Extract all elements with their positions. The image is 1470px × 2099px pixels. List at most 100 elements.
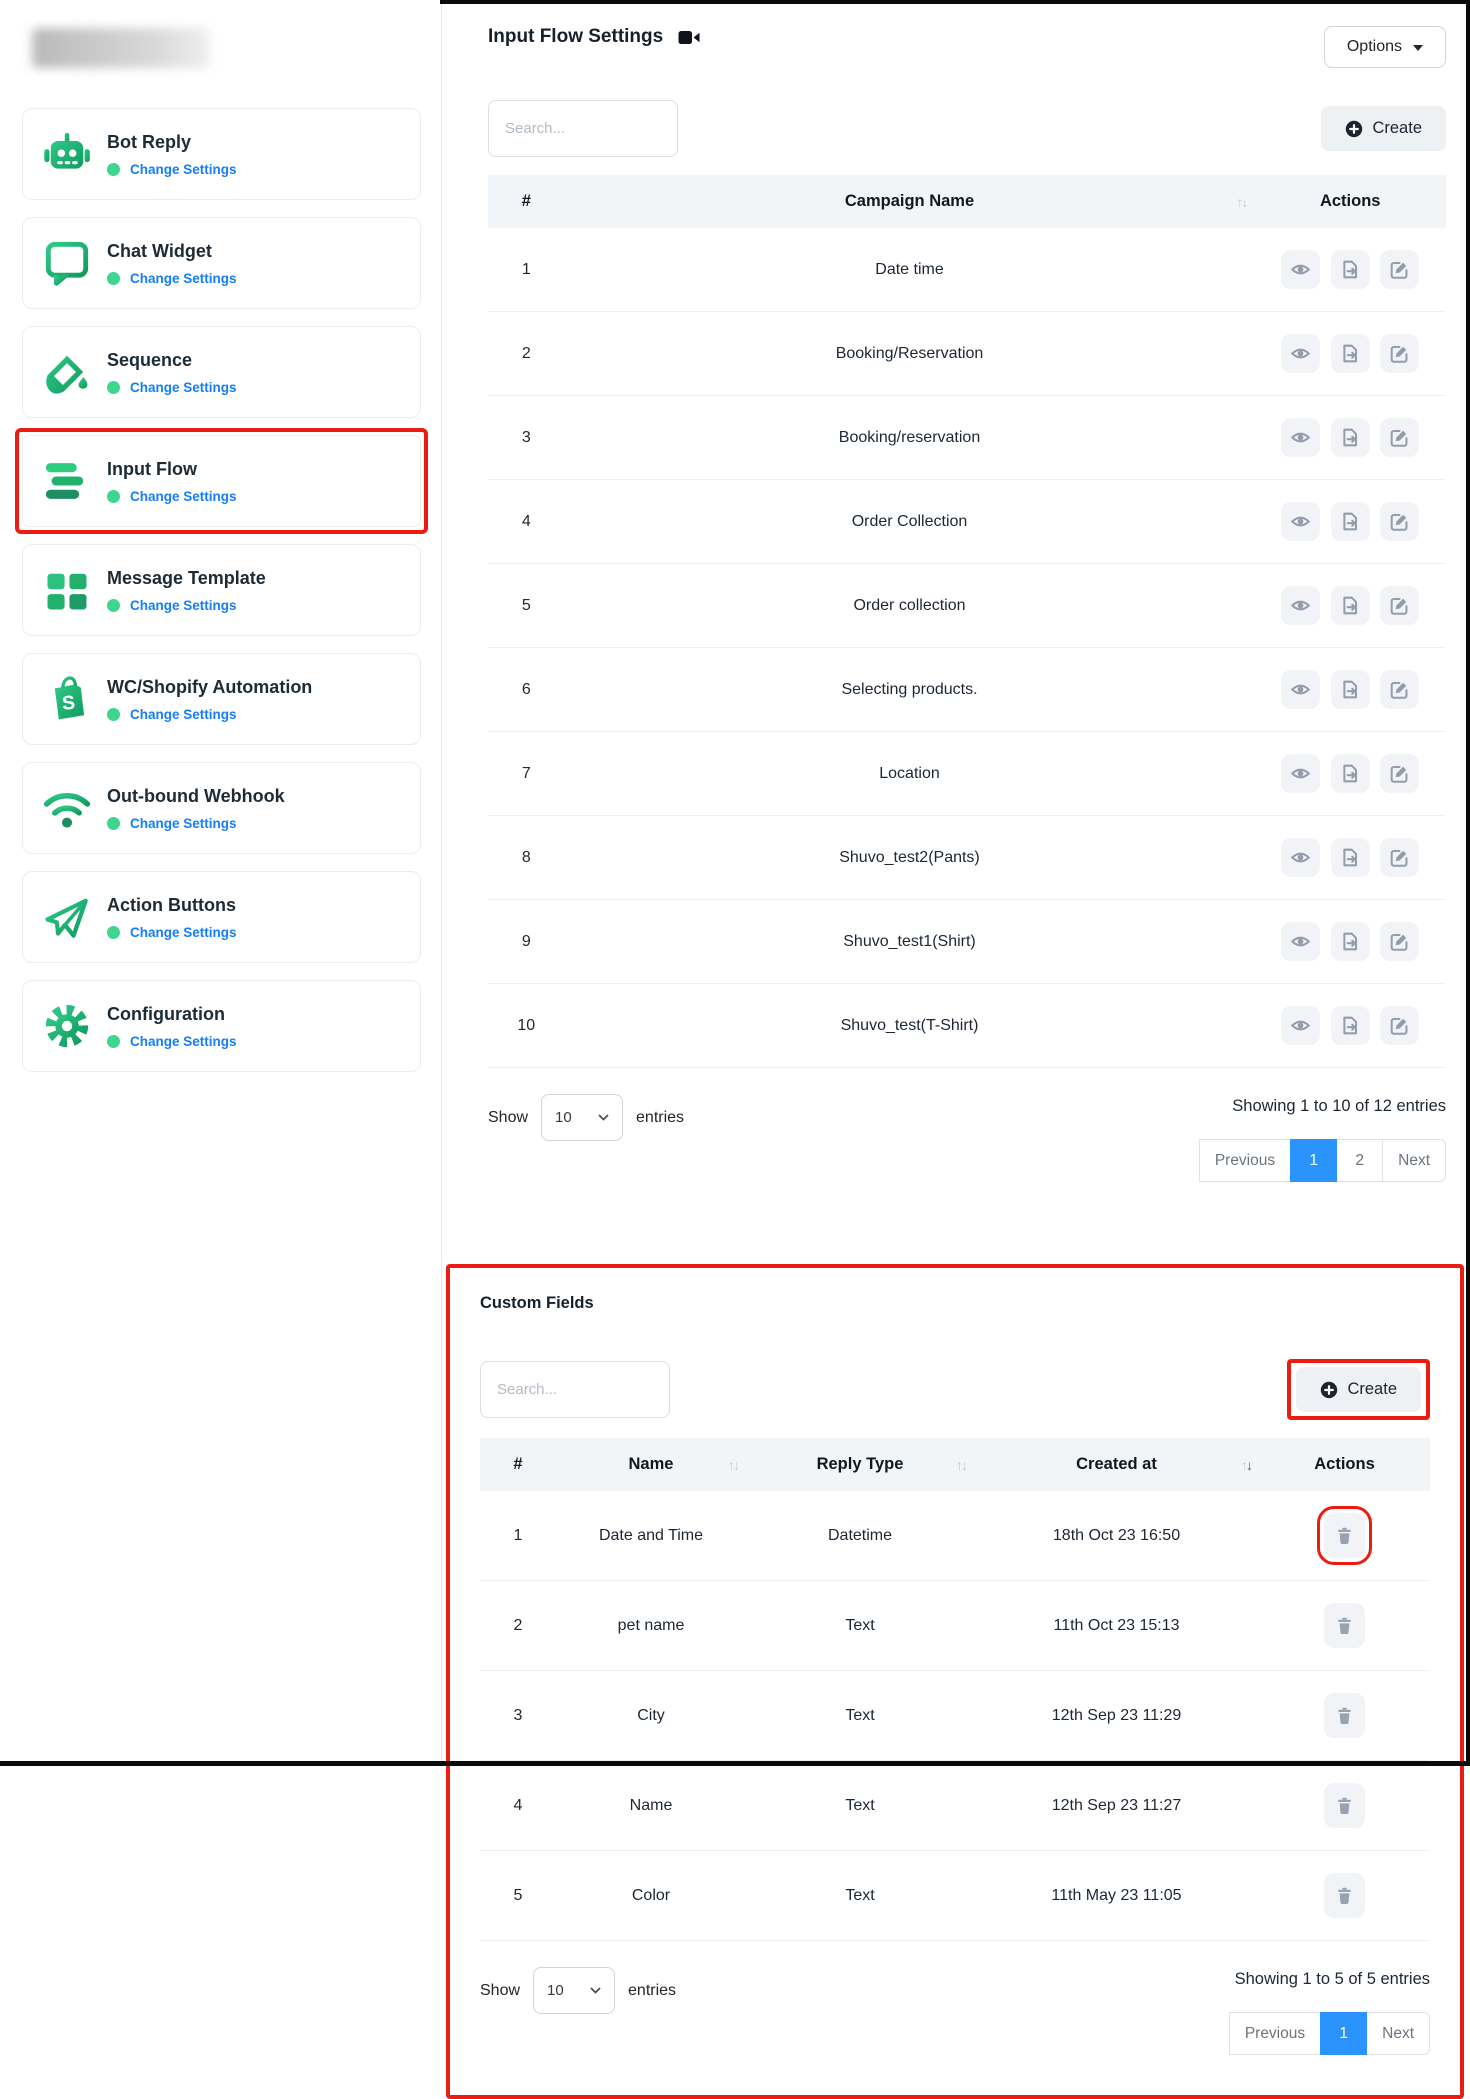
created-at-cell: 12th Sep 23 11:29: [974, 1671, 1259, 1761]
export-button[interactable]: [1331, 586, 1370, 625]
change-settings-link[interactable]: Change Settings: [107, 271, 237, 286]
status-dot: [107, 817, 120, 830]
sidebar-item-wc-shopify[interactable]: S WC/Shopify Automation Change Settings: [22, 653, 421, 745]
view-button[interactable]: [1281, 754, 1320, 793]
view-button[interactable]: [1281, 334, 1320, 373]
change-settings-link[interactable]: Change Settings: [107, 707, 312, 722]
change-settings-link[interactable]: Change Settings: [107, 598, 266, 613]
chevron-down-icon: [1413, 45, 1423, 51]
change-settings-link[interactable]: Change Settings: [107, 816, 285, 831]
trash-icon: [1335, 1706, 1354, 1725]
wifi-icon: [41, 782, 107, 834]
edit-button[interactable]: [1380, 838, 1419, 877]
delete-button[interactable]: [1324, 1783, 1365, 1828]
edit-button[interactable]: [1380, 754, 1419, 793]
campaign-name-cell: Shuvo_test2(Pants): [565, 816, 1255, 900]
export-button[interactable]: [1331, 670, 1370, 709]
sidebar-item-configuration[interactable]: Configuration Change Settings: [22, 980, 421, 1072]
search-input[interactable]: [488, 100, 678, 157]
view-button[interactable]: [1281, 838, 1320, 877]
export-button[interactable]: [1331, 334, 1370, 373]
row-actions: [1259, 1761, 1430, 1851]
column-header-campaign-name[interactable]: Campaign Name↑↓: [565, 175, 1255, 228]
edit-button[interactable]: [1380, 418, 1419, 457]
sidebar-item-chat-widget[interactable]: Chat Widget Change Settings: [22, 217, 421, 309]
delete-button[interactable]: [1324, 1873, 1365, 1918]
view-button[interactable]: [1281, 1006, 1320, 1045]
delete-button[interactable]: [1324, 1693, 1365, 1738]
sidebar-item-message-template[interactable]: Message Template Change Settings: [22, 544, 421, 636]
sort-icon[interactable]: ↑↓: [956, 1457, 966, 1473]
delete-button[interactable]: [1324, 1603, 1365, 1648]
status-dot: [107, 708, 120, 721]
view-button[interactable]: [1281, 502, 1320, 541]
view-button[interactable]: [1281, 586, 1320, 625]
gear-icon: [41, 1000, 107, 1052]
sort-icon[interactable]: ↑↓: [728, 1457, 738, 1473]
column-header-reply-type[interactable]: Reply Type↑↓: [746, 1438, 974, 1491]
row-actions: [1254, 396, 1446, 480]
row-number: 7: [488, 732, 565, 816]
sidebar-item-input-flow[interactable]: Input Flow Change Settings: [22, 435, 421, 527]
sidebar-item-outbound-webhook[interactable]: Out-bound Webhook Change Settings: [22, 762, 421, 854]
status-dot: [107, 381, 120, 394]
edit-button[interactable]: [1380, 250, 1419, 289]
video-camera-icon[interactable]: [678, 29, 701, 46]
row-actions: [1254, 648, 1446, 732]
edit-button[interactable]: [1380, 334, 1419, 373]
change-settings-link[interactable]: Change Settings: [107, 1034, 237, 1049]
page-button[interactable]: Next: [1366, 2012, 1430, 2055]
paper-plane-icon: [41, 891, 107, 943]
sidebar-item-label: WC/Shopify Automation: [107, 677, 312, 698]
edit-button[interactable]: [1380, 586, 1419, 625]
page-button[interactable]: Previous: [1229, 2012, 1321, 2055]
sidebar-item-sequence[interactable]: Sequence Change Settings: [22, 326, 421, 418]
custom-fields-page-size-select[interactable]: 10: [533, 1967, 615, 2014]
page-button[interactable]: Previous: [1199, 1139, 1291, 1182]
column-header-name[interactable]: Name↑↓: [556, 1438, 746, 1491]
custom-fields-search-input[interactable]: [480, 1361, 670, 1418]
edit-button[interactable]: [1380, 922, 1419, 961]
export-button[interactable]: [1331, 250, 1370, 289]
export-button[interactable]: [1331, 418, 1370, 457]
page-button[interactable]: Next: [1382, 1139, 1446, 1182]
campaign-name-cell: Location: [565, 732, 1255, 816]
view-button[interactable]: [1281, 922, 1320, 961]
export-button[interactable]: [1331, 838, 1370, 877]
sort-icon[interactable]: ↑↓: [1236, 194, 1246, 210]
custom-fields-create-button[interactable]: Create: [1296, 1367, 1421, 1412]
edit-button[interactable]: [1380, 502, 1419, 541]
export-button[interactable]: [1331, 754, 1370, 793]
page-size-select[interactable]: 10: [541, 1094, 623, 1141]
paint-bucket-icon: [41, 346, 107, 398]
export-button[interactable]: [1331, 502, 1370, 541]
view-button[interactable]: [1281, 670, 1320, 709]
page-button[interactable]: 2: [1336, 1139, 1383, 1182]
field-name-cell: Color: [556, 1851, 746, 1941]
sidebar-item-action-buttons[interactable]: Action Buttons Change Settings: [22, 871, 421, 963]
change-settings-link[interactable]: Change Settings: [107, 925, 237, 940]
export-button[interactable]: [1331, 922, 1370, 961]
view-button[interactable]: [1281, 250, 1320, 289]
change-settings-link[interactable]: Change Settings: [107, 380, 237, 395]
options-button[interactable]: Options: [1324, 26, 1446, 68]
edit-button[interactable]: [1380, 1006, 1419, 1045]
view-button[interactable]: [1281, 418, 1320, 457]
row-number: 10: [488, 984, 565, 1068]
column-header-created-at[interactable]: Created at↑↓: [974, 1438, 1259, 1491]
change-settings-link[interactable]: Change Settings: [107, 489, 237, 504]
sidebar-item-bot-reply[interactable]: Bot Reply Change Settings: [22, 108, 421, 200]
delete-button[interactable]: [1324, 1513, 1365, 1558]
edit-button[interactable]: [1380, 670, 1419, 709]
create-button[interactable]: Create: [1321, 106, 1446, 151]
change-settings-link[interactable]: Change Settings: [107, 162, 237, 177]
status-dot: [107, 1035, 120, 1048]
export-button[interactable]: [1331, 1006, 1370, 1045]
page-button[interactable]: 1: [1320, 2012, 1367, 2055]
page-button[interactable]: 1: [1290, 1139, 1337, 1182]
custom-field-row: 5 Color Text 11th May 23 11:05: [480, 1851, 1430, 1941]
campaign-name-cell: Shuvo_test(T-Shirt): [565, 984, 1255, 1068]
campaign-row: 4 Order Collection: [488, 480, 1446, 564]
campaign-row: 5 Order collection: [488, 564, 1446, 648]
sort-icon-desc[interactable]: ↑↓: [1241, 1457, 1251, 1473]
